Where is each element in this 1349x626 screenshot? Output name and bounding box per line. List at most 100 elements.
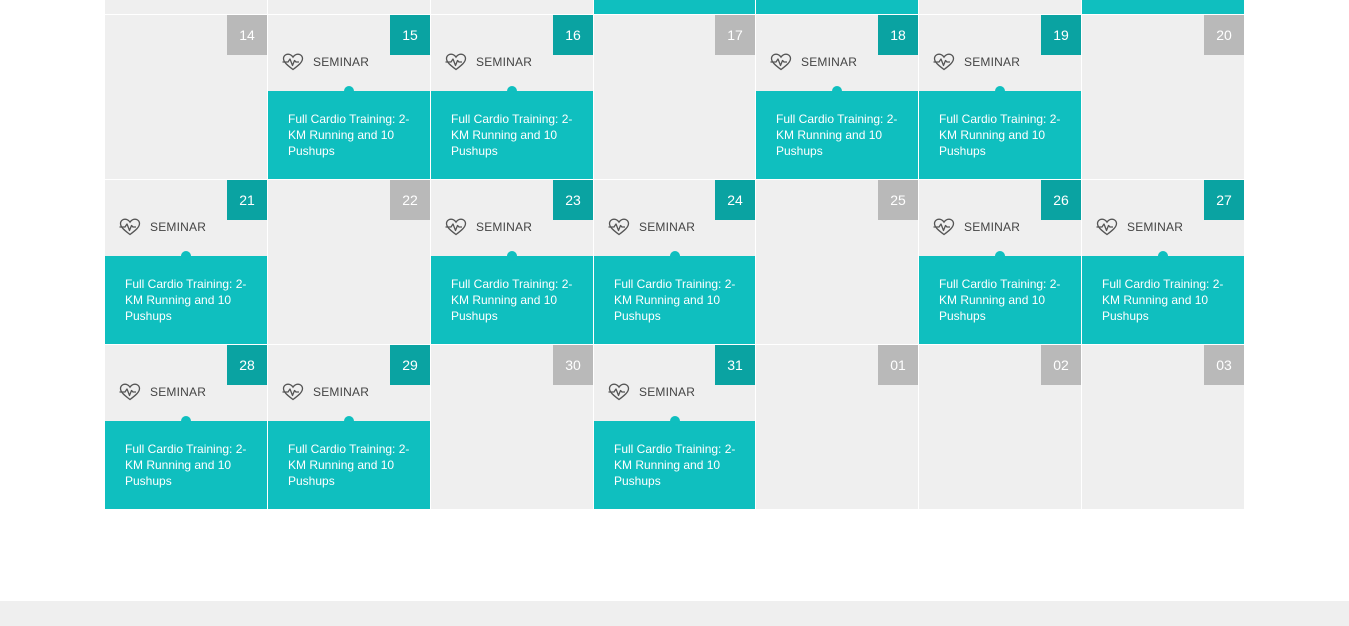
event-category-label: SEMINAR xyxy=(313,385,370,399)
day-number-badge: 23 xyxy=(553,180,593,220)
event-category-label: SEMINAR xyxy=(150,385,207,399)
day-number-badge: 03 xyxy=(1204,345,1244,385)
footer-band xyxy=(0,601,1349,626)
event-category-label: SEMINAR xyxy=(639,220,696,234)
calendar-day-cell[interactable]: 24 SEMINAR Full Cardio Training: 2-KM Runn… xyxy=(594,180,756,345)
calendar-grid: 07080910Full Cardio Training: 2-KM Runni… xyxy=(105,0,1245,510)
heart-pulse-icon xyxy=(770,53,792,71)
event-category: SEMINAR xyxy=(119,218,206,236)
heart-pulse-icon xyxy=(933,53,955,71)
event-category-label: SEMINAR xyxy=(476,55,533,69)
calendar-day-cell[interactable]: 21 SEMINAR Full Cardio Training: 2-KM Runn… xyxy=(105,180,268,345)
heart-pulse-icon xyxy=(1096,218,1118,236)
event-category-label: SEMINAR xyxy=(476,220,533,234)
heart-pulse-icon xyxy=(608,383,630,401)
calendar-day-cell[interactable]: 30 xyxy=(431,345,594,510)
calendar-day-cell[interactable]: 17 xyxy=(594,15,756,180)
day-number-badge: 28 xyxy=(227,345,267,385)
calendar-day-cell[interactable]: 23 SEMINAR Full Cardio Training: 2-KM Runn… xyxy=(431,180,594,345)
event-category-label: SEMINAR xyxy=(801,55,858,69)
calendar-day-cell[interactable]: 01 xyxy=(756,345,919,510)
calendar-week-row: 14 15 SEMINAR Full Cardio Training: 2-KM Ru… xyxy=(105,15,1245,180)
calendar-day-cell[interactable]: 15 SEMINAR Full Cardio Training: 2-KM Runn… xyxy=(268,15,431,180)
heart-pulse-icon xyxy=(608,218,630,236)
day-number-badge: 26 xyxy=(1041,180,1081,220)
day-number-badge: 15 xyxy=(390,15,430,55)
event-card[interactable]: Full Cardio Training: 2-KM Running and 1… xyxy=(756,0,918,14)
calendar-week-row: 28 SEMINAR Full Cardio Training: 2-KM Runn… xyxy=(105,345,1245,510)
heart-pulse-icon xyxy=(282,383,304,401)
calendar-day-cell[interactable]: 19 SEMINAR Full Cardio Training: 2-KM Runn… xyxy=(919,15,1082,180)
calendar-day-cell[interactable]: 13Full Cardio Training: 2-KM Running and… xyxy=(1082,0,1244,15)
calendar-day-cell[interactable]: 07 xyxy=(105,0,268,15)
event-card[interactable]: Full Cardio Training: 2-KM Running and 1… xyxy=(594,416,755,509)
heart-pulse-icon xyxy=(445,218,467,236)
calendar-day-cell[interactable]: 16 SEMINAR Full Cardio Training: 2-KM Runn… xyxy=(431,15,594,180)
calendar-day-cell[interactable]: 27 SEMINAR Full Cardio Training: 2-KM Runn… xyxy=(1082,180,1244,345)
calendar-day-cell[interactable]: 26 SEMINAR Full Cardio Training: 2-KM Runn… xyxy=(919,180,1082,345)
event-category: SEMINAR xyxy=(608,383,695,401)
day-number-badge: 18 xyxy=(878,15,918,55)
calendar-day-cell[interactable]: 14 xyxy=(105,15,268,180)
day-number-badge: 27 xyxy=(1204,180,1244,220)
day-number-badge: 02 xyxy=(1041,345,1081,385)
event-category: SEMINAR xyxy=(282,53,369,71)
calendar-week-row: 07080910Full Cardio Training: 2-KM Runni… xyxy=(105,0,1245,15)
event-card[interactable]: Full Cardio Training: 2-KM Running and 1… xyxy=(919,86,1081,179)
event-card[interactable]: Full Cardio Training: 2-KM Running and 1… xyxy=(105,416,267,509)
event-category: SEMINAR xyxy=(608,218,695,236)
event-category: SEMINAR xyxy=(1096,218,1183,236)
day-number-badge: 19 xyxy=(1041,15,1081,55)
calendar-day-cell[interactable]: 12 xyxy=(919,0,1082,15)
event-card[interactable]: Full Cardio Training: 2-KM Running and 1… xyxy=(756,86,918,179)
heart-pulse-icon xyxy=(282,53,304,71)
heart-pulse-icon xyxy=(445,53,467,71)
heart-pulse-icon xyxy=(119,383,141,401)
event-category: SEMINAR xyxy=(445,218,532,236)
event-category: SEMINAR xyxy=(119,383,206,401)
calendar-day-cell[interactable]: 31 SEMINAR Full Cardio Training: 2-KM Runn… xyxy=(594,345,756,510)
event-card[interactable]: Full Cardio Training: 2-KM Running and 1… xyxy=(268,86,430,179)
event-card[interactable]: Full Cardio Training: 2-KM Running and 1… xyxy=(919,251,1081,344)
calendar-day-cell[interactable]: 18 SEMINAR Full Cardio Training: 2-KM Runn… xyxy=(756,15,919,180)
calendar-day-cell[interactable]: 25 xyxy=(756,180,919,345)
event-card[interactable]: Full Cardio Training: 2-KM Running and 1… xyxy=(431,251,593,344)
calendar-day-cell[interactable]: 29 SEMINAR Full Cardio Training: 2-KM Runn… xyxy=(268,345,431,510)
event-category-label: SEMINAR xyxy=(150,220,207,234)
calendar-day-cell[interactable]: 10Full Cardio Training: 2-KM Running and… xyxy=(594,0,756,15)
heart-pulse-icon xyxy=(933,218,955,236)
day-number-badge: 24 xyxy=(715,180,755,220)
event-category-label: SEMINAR xyxy=(964,55,1021,69)
event-card[interactable]: Full Cardio Training: 2-KM Running and 1… xyxy=(1082,251,1244,344)
calendar-day-cell[interactable]: 02 xyxy=(919,345,1082,510)
day-number-badge: 17 xyxy=(715,15,755,55)
heart-pulse-icon xyxy=(119,218,141,236)
event-category: SEMINAR xyxy=(933,53,1020,71)
day-number-badge: 22 xyxy=(390,180,430,220)
event-category-label: SEMINAR xyxy=(639,385,696,399)
calendar-day-cell[interactable]: 11Full Cardio Training: 2-KM Running and… xyxy=(756,0,919,15)
calendar-day-cell[interactable]: 22 xyxy=(268,180,431,345)
event-category: SEMINAR xyxy=(770,53,857,71)
day-number-badge: 21 xyxy=(227,180,267,220)
calendar-day-cell[interactable]: 08 xyxy=(268,0,431,15)
calendar-day-cell[interactable]: 20 xyxy=(1082,15,1244,180)
event-category-label: SEMINAR xyxy=(1127,220,1184,234)
calendar-day-cell[interactable]: 03 xyxy=(1082,345,1244,510)
event-card[interactable]: Full Cardio Training: 2-KM Running and 1… xyxy=(594,0,755,14)
day-number-badge: 14 xyxy=(227,15,267,55)
calendar-day-cell[interactable]: 09 xyxy=(431,0,594,15)
day-number-badge: 01 xyxy=(878,345,918,385)
event-card[interactable]: Full Cardio Training: 2-KM Running and 1… xyxy=(1082,0,1244,14)
day-number-badge: 16 xyxy=(553,15,593,55)
event-card[interactable]: Full Cardio Training: 2-KM Running and 1… xyxy=(431,86,593,179)
event-category-label: SEMINAR xyxy=(313,55,370,69)
day-number-badge: 29 xyxy=(390,345,430,385)
event-category: SEMINAR xyxy=(445,53,532,71)
event-card[interactable]: Full Cardio Training: 2-KM Running and 1… xyxy=(268,416,430,509)
calendar-day-cell[interactable]: 28 SEMINAR Full Cardio Training: 2-KM Runn… xyxy=(105,345,268,510)
event-card[interactable]: Full Cardio Training: 2-KM Running and 1… xyxy=(105,251,267,344)
calendar-week-row: 21 SEMINAR Full Cardio Training: 2-KM Runn… xyxy=(105,180,1245,345)
event-category: SEMINAR xyxy=(933,218,1020,236)
event-card[interactable]: Full Cardio Training: 2-KM Running and 1… xyxy=(594,251,755,344)
